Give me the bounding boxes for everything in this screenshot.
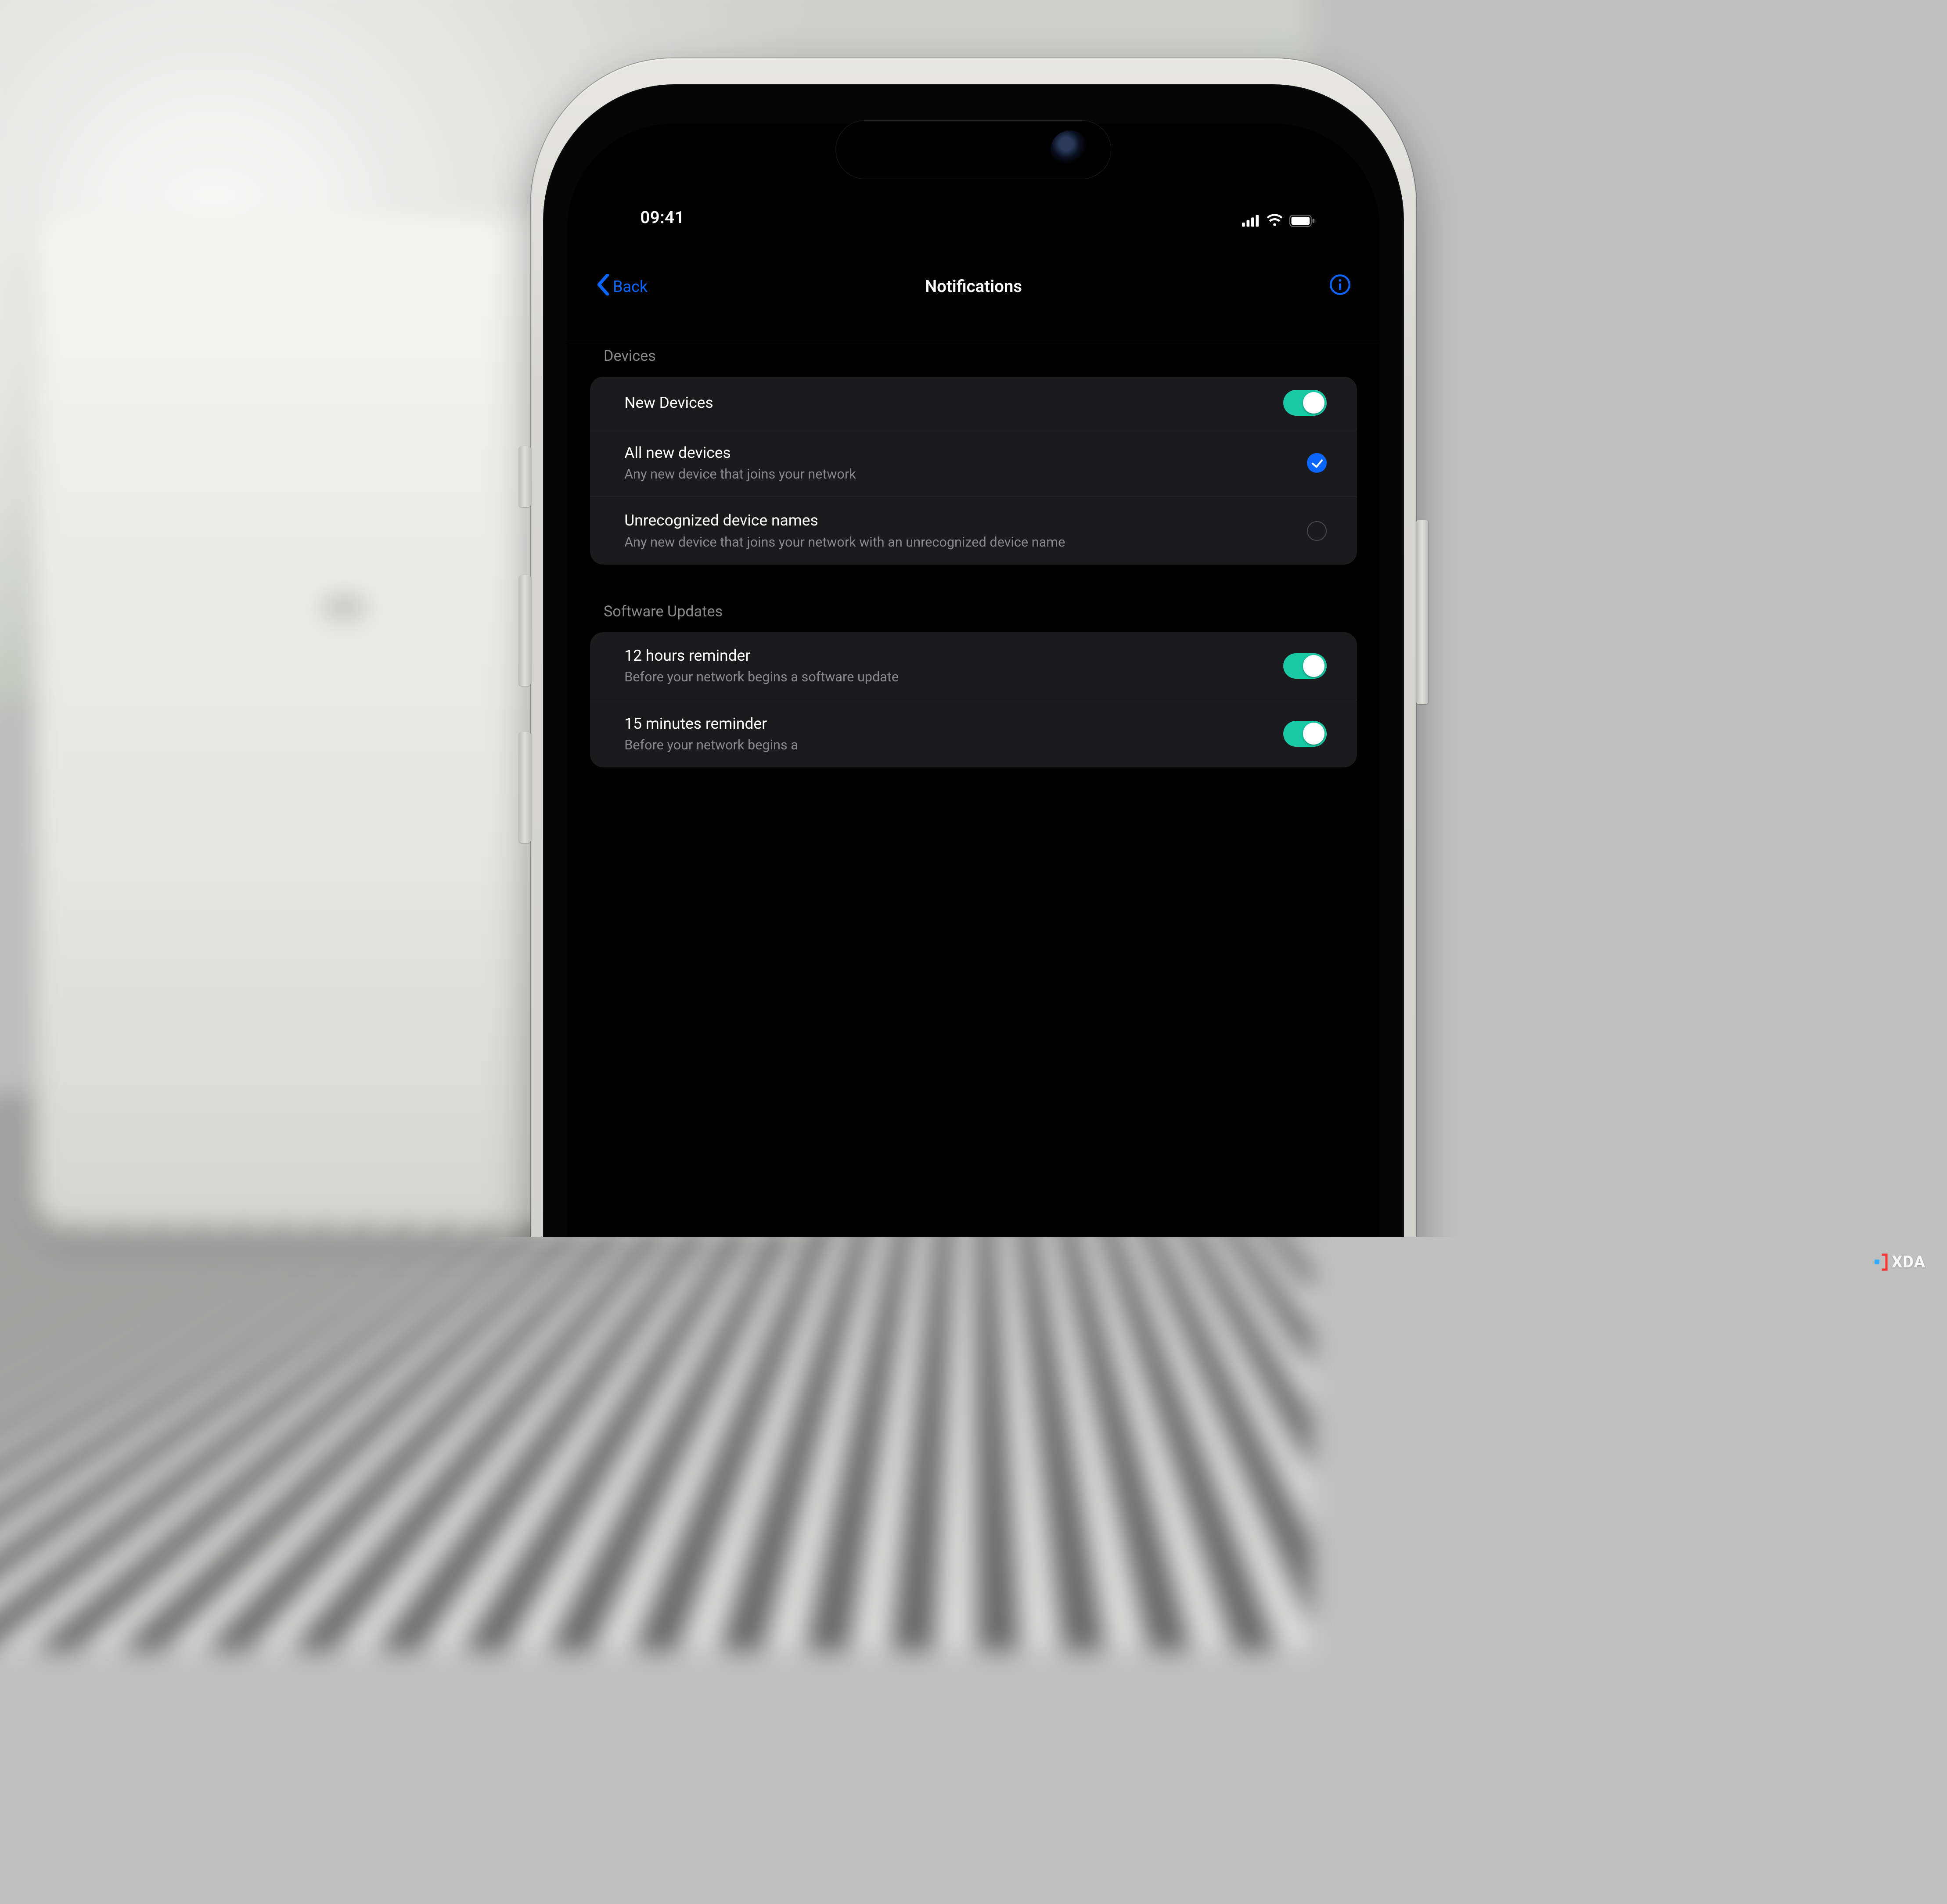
chevron-left-icon [595, 274, 611, 299]
phone-mockup: 09:41 Ba [531, 58, 1417, 1904]
row-sub: Before your network begins a software up… [624, 668, 1272, 686]
settings-content[interactable]: Devices New Devices All new devices Any … [567, 341, 1380, 1878]
background-device-logo: ee [324, 581, 364, 627]
phone-volume-down [519, 732, 530, 842]
status-time: 09:41 [640, 208, 684, 227]
xda-watermark: XDA [1873, 1253, 1925, 1272]
battery-icon [1289, 214, 1315, 227]
radio-unrecognized-devices[interactable] [1307, 521, 1327, 541]
row-title: Unrecognized device names [624, 510, 1296, 531]
info-icon [1329, 274, 1352, 299]
row-sub: Before your network begins a [624, 736, 1272, 754]
xda-bracket-icon [1873, 1253, 1888, 1271]
toggle-12h-reminder[interactable] [1283, 653, 1327, 679]
toggle-new-devices[interactable] [1283, 390, 1327, 416]
phone-power-button [1416, 520, 1428, 704]
row-title: New Devices [624, 392, 1272, 414]
row-12h-reminder[interactable]: 12 hours reminder Before your network be… [590, 632, 1357, 700]
section-header-updates: Software Updates [567, 594, 1380, 632]
nav-bar: Back Notifications [567, 233, 1380, 342]
cellular-icon [1242, 214, 1260, 227]
row-all-new-devices[interactable]: All new devices Any new device that join… [590, 429, 1357, 497]
app-screen: 09:41 Ba [567, 124, 1380, 1878]
row-title: All new devices [624, 443, 1296, 464]
info-button[interactable] [1329, 275, 1352, 298]
toggle-15m-reminder[interactable] [1283, 721, 1327, 747]
updates-card: 12 hours reminder Before your network be… [590, 632, 1357, 767]
radio-all-new-devices[interactable] [1307, 453, 1327, 473]
dynamic-island [836, 120, 1112, 180]
page-title: Notifications [567, 277, 1380, 296]
row-15m-reminder[interactable]: 15 minutes reminder Before your network … [590, 700, 1357, 768]
phone-volume-up [519, 575, 530, 686]
row-new-devices[interactable]: New Devices [590, 377, 1357, 429]
back-label: Back [613, 277, 648, 296]
phone-mute-switch [519, 446, 530, 507]
row-sub: Any new device that joins your network w… [624, 533, 1296, 551]
row-title: 15 minutes reminder [624, 713, 1272, 734]
row-sub: Any new device that joins your network [624, 465, 1296, 483]
back-button[interactable]: Back [595, 274, 648, 299]
row-unrecognized-devices[interactable]: Unrecognized device names Any new device… [590, 497, 1357, 565]
devices-card: New Devices All new devices Any new devi… [590, 377, 1357, 565]
section-header-devices: Devices [567, 341, 1380, 377]
xda-text: XDA [1892, 1253, 1925, 1272]
wifi-icon [1266, 214, 1283, 227]
row-title: 12 hours reminder [624, 645, 1272, 666]
